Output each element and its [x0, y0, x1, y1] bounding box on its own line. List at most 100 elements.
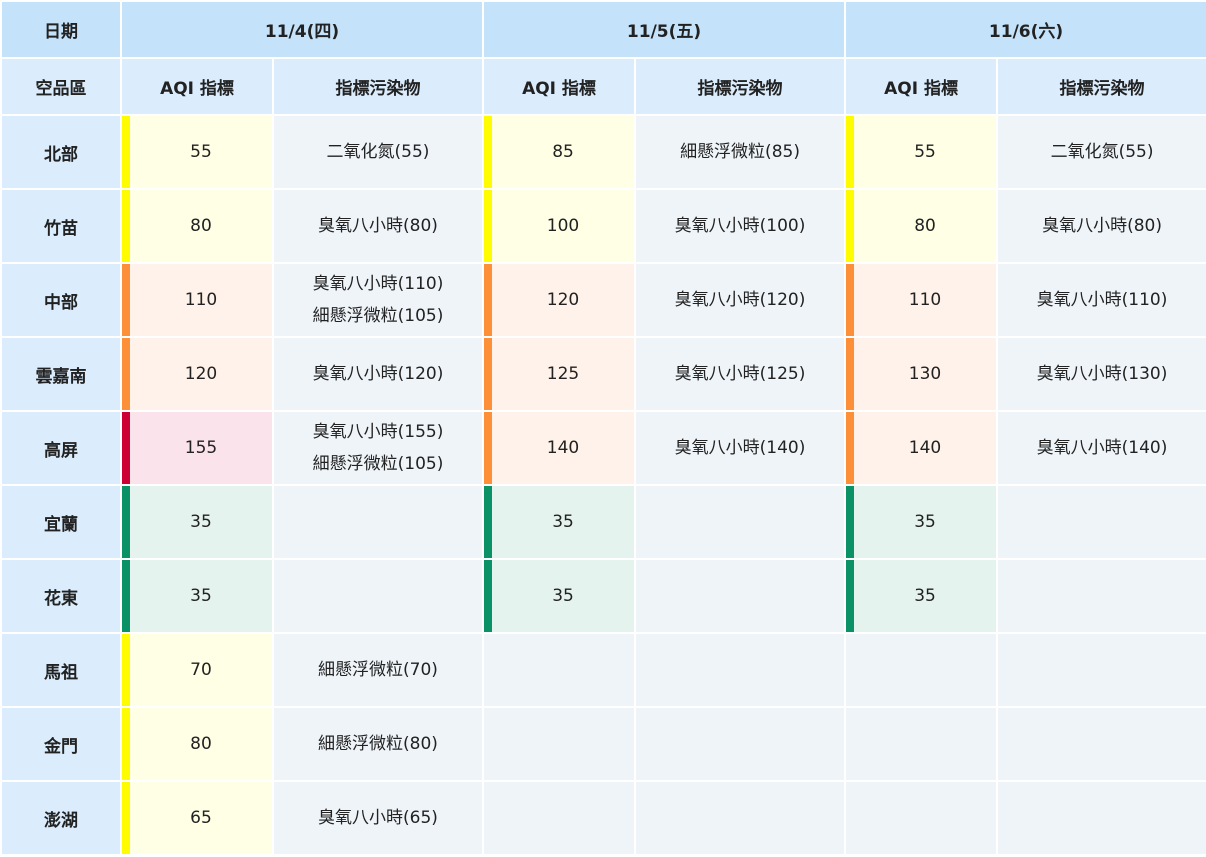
pollutant-cell: 臭氧八小時(140) [998, 412, 1206, 484]
aqi-value: 55 [846, 116, 997, 188]
pollutant-text: 臭氧八小時(100) [674, 216, 806, 236]
pollutant-text: 臭氧八小時(125) [674, 364, 806, 384]
region-name: 北部 [2, 116, 120, 188]
region-name: 金門 [2, 708, 120, 780]
region-row: 金門 80 細懸浮微粒(80) [2, 708, 1206, 780]
empty-cell [846, 782, 997, 854]
region-row: 雲嘉南 120 臭氧八小時(120) 125 臭氧八小時(125) 130 臭氧八小時(13… [2, 338, 1206, 410]
region-name: 宜蘭 [2, 486, 120, 558]
aqi-value: 70 [122, 634, 272, 706]
pollutant-text: 臭氧八小時(130) [1036, 364, 1168, 384]
date-header-row: 日期 11/4(四) 11/5(五) 11/6(六) [2, 2, 1206, 57]
pollutant-cell [998, 560, 1206, 632]
pollutant-cell: 臭氧八小時(110) 細懸浮微粒(105) [274, 264, 483, 336]
pollutant-cell: 臭氧八小時(80) [274, 190, 483, 262]
pollutant-cell: 細懸浮微粒(80) [274, 708, 483, 780]
pollutant-cell: 臭氧八小時(80) [998, 190, 1206, 262]
aqi-value: 130 [846, 338, 997, 410]
pollutant-cell: 二氧化氮(55) [274, 116, 483, 188]
aqi-value: 35 [484, 560, 635, 632]
aqi-value: 35 [484, 486, 635, 558]
pollutant-text: 細懸浮微粒(80) [318, 734, 438, 754]
pollutant-cell: 臭氧八小時(100) [636, 190, 845, 262]
aqi-value: 80 [122, 708, 272, 780]
aqi-value: 80 [846, 190, 997, 262]
pollutant-text: 臭氧八小時(80) [318, 216, 438, 236]
pollutant-text: 細懸浮微粒(85) [680, 142, 800, 162]
aqi-forecast-table-container: 日期 11/4(四) 11/5(五) 11/6(六) 空品區 AQI 指標 指標… [0, 0, 1206, 857]
region-row: 花東 35 35 35 [2, 560, 1206, 632]
pollutant-text: 細懸浮微粒(105) [312, 454, 444, 474]
region-row: 馬祖 70 細懸浮微粒(70) [2, 634, 1206, 706]
empty-cell [636, 634, 845, 706]
pollutant-text: 臭氧八小時(110) [312, 274, 444, 294]
aqi-column-header: AQI 指標 [846, 59, 997, 114]
region-row: 北部 55 二氧化氮(55) 85 細懸浮微粒(85) 55 二氧化氮(55) [2, 116, 1206, 188]
pollutant-cell [636, 560, 845, 632]
aqi-value: 35 [122, 486, 272, 558]
region-header-label: 空品區 [2, 59, 120, 114]
pollutant-cell: 臭氧八小時(120) [636, 264, 845, 336]
pollutant-cell: 臭氧八小時(110) [998, 264, 1206, 336]
pollutant-cell [636, 486, 845, 558]
aqi-value: 155 [122, 412, 272, 484]
pollutant-text: 細懸浮微粒(105) [312, 306, 444, 326]
pollutant-cell: 臭氧八小時(125) [636, 338, 845, 410]
empty-cell [484, 708, 635, 780]
aqi-value: 100 [484, 190, 635, 262]
region-row: 中部 110 臭氧八小時(110) 細懸浮微粒(105) 120 臭氧八小時(120) 11… [2, 264, 1206, 336]
region-row: 竹苗 80 臭氧八小時(80) 100 臭氧八小時(100) 80 臭氧八小時(80) [2, 190, 1206, 262]
pollutant-text: 臭氧八小時(140) [674, 438, 806, 458]
region-name: 澎湖 [2, 782, 120, 854]
region-name: 中部 [2, 264, 120, 336]
day-header-3: 11/6(六) [846, 2, 1206, 57]
aqi-value: 35 [846, 486, 997, 558]
column-header-row: 空品區 AQI 指標 指標污染物 AQI 指標 指標污染物 AQI 指標 指標污… [2, 59, 1206, 114]
pollutant-cell: 臭氧八小時(65) [274, 782, 483, 854]
region-name: 馬祖 [2, 634, 120, 706]
pollutant-cell: 二氧化氮(55) [998, 116, 1206, 188]
region-name: 雲嘉南 [2, 338, 120, 410]
aqi-value: 35 [846, 560, 997, 632]
aqi-value: 125 [484, 338, 635, 410]
pollutant-cell: 臭氧八小時(130) [998, 338, 1206, 410]
region-row: 高屏 155 臭氧八小時(155) 細懸浮微粒(105) 140 臭氧八小時(140) 14… [2, 412, 1206, 484]
aqi-value: 80 [122, 190, 272, 262]
aqi-value: 65 [122, 782, 272, 854]
empty-cell [636, 782, 845, 854]
empty-cell [998, 634, 1206, 706]
pollutant-cell [998, 486, 1206, 558]
pollutant-text: 臭氧八小時(80) [1042, 216, 1162, 236]
pollutant-cell: 臭氧八小時(140) [636, 412, 845, 484]
pollutant-cell: 臭氧八小時(155) 細懸浮微粒(105) [274, 412, 483, 484]
pollutant-cell [274, 486, 483, 558]
empty-cell [998, 708, 1206, 780]
aqi-value: 140 [484, 412, 635, 484]
aqi-value: 140 [846, 412, 997, 484]
region-name: 花東 [2, 560, 120, 632]
pollutant-cell: 臭氧八小時(120) [274, 338, 483, 410]
empty-cell [484, 634, 635, 706]
aqi-value: 85 [484, 116, 635, 188]
aqi-value: 110 [122, 264, 272, 336]
aqi-column-header: AQI 指標 [484, 59, 635, 114]
pollutant-text: 細懸浮微粒(70) [318, 660, 438, 680]
pollutant-column-header: 指標污染物 [998, 59, 1206, 114]
pollutant-text: 臭氧八小時(110) [1036, 290, 1168, 310]
region-name: 高屏 [2, 412, 120, 484]
pollutant-column-header: 指標污染物 [636, 59, 845, 114]
region-name: 竹苗 [2, 190, 120, 262]
pollutant-column-header: 指標污染物 [274, 59, 483, 114]
empty-cell [998, 782, 1206, 854]
aqi-column-header: AQI 指標 [122, 59, 272, 114]
pollutant-text: 臭氧八小時(120) [312, 364, 444, 384]
aqi-forecast-table: 日期 11/4(四) 11/5(五) 11/6(六) 空品區 AQI 指標 指標… [0, 0, 1206, 856]
forecast-body: 北部 55 二氧化氮(55) 85 細懸浮微粒(85) 55 二氧化氮(55) 竹苗 80 臭氧八… [2, 116, 1206, 854]
pollutant-cell [274, 560, 483, 632]
aqi-value: 110 [846, 264, 997, 336]
pollutant-cell: 細懸浮微粒(85) [636, 116, 845, 188]
pollutant-text: 臭氧八小時(140) [1036, 438, 1168, 458]
date-header-label: 日期 [2, 2, 120, 57]
pollutant-text: 二氧化氮(55) [1050, 142, 1154, 162]
aqi-value: 120 [122, 338, 272, 410]
